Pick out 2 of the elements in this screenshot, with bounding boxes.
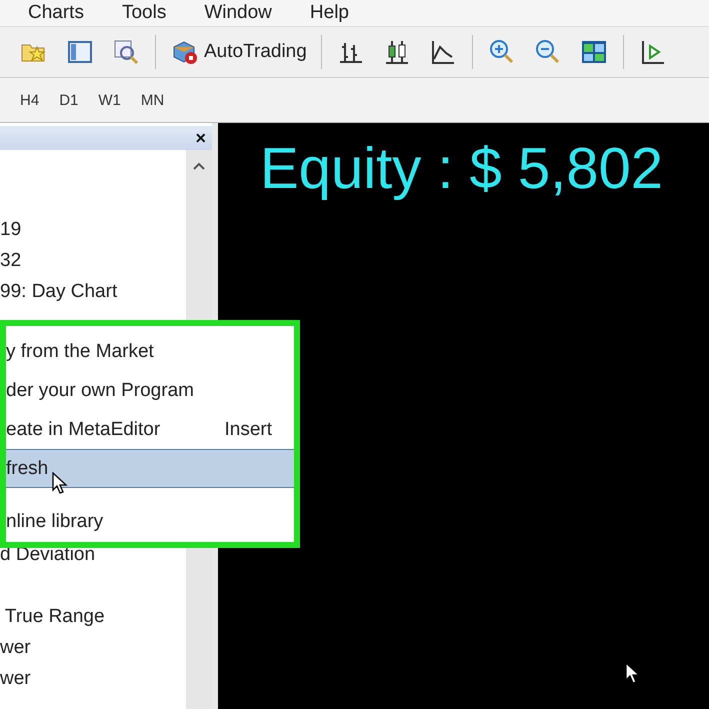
- shortcut-label: Insert: [224, 418, 272, 440]
- equity-label: Equity : $ 5,802: [260, 135, 664, 202]
